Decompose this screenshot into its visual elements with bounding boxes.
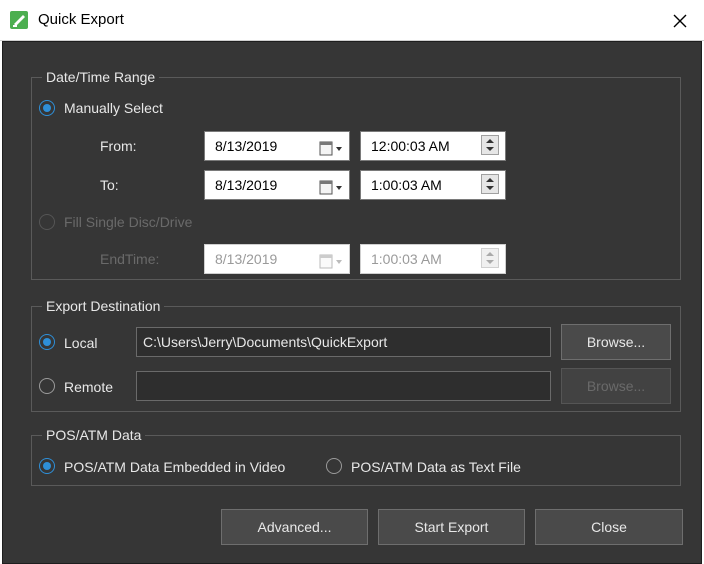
- to-date-value: 8/13/2019: [215, 177, 278, 193]
- from-time-value: 12:00:03 AM: [371, 138, 450, 154]
- export-destination-title: Export Destination: [42, 297, 165, 315]
- remote-radio[interactable]: [39, 378, 55, 394]
- from-date-field[interactable]: 8/13/2019: [204, 131, 350, 161]
- end-date-field[interactable]: 8/13/2019: [204, 244, 350, 274]
- from-time-spinner[interactable]: [481, 135, 499, 155]
- advanced-button[interactable]: Advanced...: [221, 509, 368, 545]
- from-date-value: 8/13/2019: [215, 138, 278, 154]
- fill-single-disc-label: Fill Single Disc/Drive: [64, 214, 193, 230]
- pos-text-file-label: POS/ATM Data as Text File: [351, 459, 521, 475]
- browse-remote-button[interactable]: Browse...: [561, 368, 671, 404]
- to-time-field[interactable]: 1:00:03 AM: [360, 170, 506, 200]
- from-time-field[interactable]: 12:00:03 AM: [360, 131, 506, 161]
- to-time-spinner[interactable]: [481, 174, 499, 194]
- calendar-dropdown-icon[interactable]: [319, 251, 343, 269]
- window-title: Quick Export: [38, 11, 124, 28]
- end-time-value: 1:00:03 AM: [371, 251, 442, 267]
- close-button[interactable]: Close: [535, 509, 683, 545]
- end-date-value: 8/13/2019: [215, 251, 278, 267]
- date-time-range-title: Date/Time Range: [42, 68, 160, 86]
- to-time-value: 1:00:03 AM: [371, 177, 442, 193]
- from-label: From:: [100, 138, 137, 154]
- local-label: Local: [64, 335, 98, 351]
- pos-embedded-label: POS/ATM Data Embedded in Video: [64, 459, 286, 475]
- local-radio[interactable]: [39, 334, 55, 350]
- pos-text-file-radio[interactable]: [326, 458, 342, 474]
- close-icon[interactable]: [660, 6, 700, 36]
- local-path-input[interactable]: C:\Users\Jerry\Documents\QuickExport: [136, 327, 551, 357]
- app-icon: [10, 11, 28, 29]
- end-time-spinner[interactable]: [481, 248, 499, 268]
- remote-label: Remote: [64, 379, 114, 395]
- calendar-dropdown-icon[interactable]: [319, 177, 343, 195]
- end-time-field[interactable]: 1:00:03 AM: [360, 244, 506, 274]
- dialog-body: Date/Time Range Manually Select From: 8/…: [2, 41, 702, 564]
- calendar-dropdown-icon[interactable]: [319, 138, 343, 156]
- manual-select-label: Manually Select: [64, 100, 163, 116]
- remote-path-input[interactable]: [136, 371, 551, 401]
- fill-single-disc-radio[interactable]: [39, 214, 55, 230]
- pos-atm-title: POS/ATM Data: [42, 426, 146, 444]
- end-time-label: EndTime:: [100, 251, 160, 267]
- title-bar: Quick Export: [0, 0, 704, 41]
- start-export-button[interactable]: Start Export: [378, 509, 525, 545]
- to-label: To:: [100, 177, 119, 193]
- manual-select-radio[interactable]: [39, 100, 55, 116]
- pos-embedded-radio[interactable]: [39, 458, 55, 474]
- to-date-field[interactable]: 8/13/2019: [204, 170, 350, 200]
- browse-local-button[interactable]: Browse...: [561, 324, 671, 360]
